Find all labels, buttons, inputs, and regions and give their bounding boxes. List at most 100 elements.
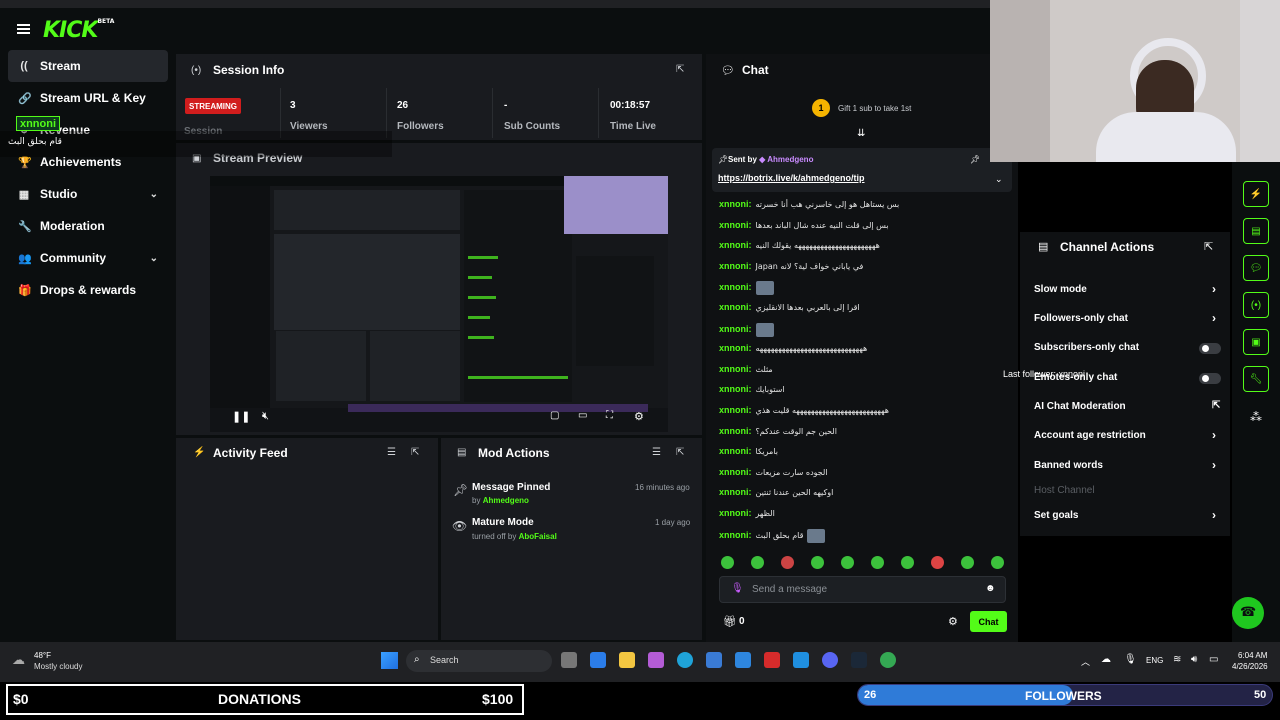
pip-icon[interactable]: ▢ [550, 410, 559, 421]
mute-icon[interactable]: 🔇︎ [262, 410, 269, 423]
wrench-icon[interactable]: 🔧︎ [1243, 366, 1269, 392]
chat-message[interactable]: xnnoni: مثلث [719, 364, 773, 374]
chat-message[interactable]: xnnoni: هههههههههههههههههههههههههههههه [719, 343, 867, 353]
emote-icon[interactable] [871, 556, 884, 569]
chat-message[interactable]: xnnoni: اقرا إلى بالعربي بعدها الانقليزي [719, 302, 860, 312]
language-indicator[interactable]: ENG [1146, 656, 1163, 665]
mail-icon[interactable] [793, 652, 809, 668]
task-view-icon[interactable] [561, 652, 577, 668]
channel-action-subscribers-only-chat[interactable]: Subscribers-only chat [1034, 342, 1139, 353]
sidebar-item-moderation[interactable]: 🔧 Moderation [8, 210, 168, 242]
chat-username[interactable]: xnnoni: [719, 302, 752, 312]
notes-icon[interactable]: ▤ [1243, 218, 1269, 244]
file-explorer-icon[interactable] [619, 652, 635, 668]
monitor-icon[interactable]: ▣ [1243, 329, 1269, 355]
emote-icon[interactable] [991, 556, 1004, 569]
weather-desc[interactable]: Mostly cloudy [34, 662, 82, 671]
chevron-right-icon[interactable]: › [1212, 428, 1216, 442]
chevron-down-icon[interactable]: ⇊ [857, 128, 865, 139]
popout-icon[interactable]: ⇱ [411, 447, 419, 458]
chat-message[interactable]: xnnoni: الحين جم الوقت عندكم؟ [719, 426, 837, 436]
headset-icon[interactable]: ☎︎ [1240, 604, 1256, 620]
chevron-right-icon[interactable]: › [1212, 458, 1216, 472]
gift-sub-prompt[interactable]: Gift 1 sub to take 1st [838, 104, 911, 113]
filter-icon[interactable]: ☰ [652, 447, 661, 458]
toggle-switch[interactable] [1199, 373, 1221, 384]
chat-icon[interactable]: 💬︎ [1243, 255, 1269, 281]
chat-username[interactable]: xnnoni: [719, 384, 752, 394]
moderator-name[interactable]: Ahmedgeno [483, 496, 529, 505]
battery-icon[interactable]: ▭ [1209, 654, 1218, 665]
chat-username[interactable]: xnnoni: [719, 487, 752, 497]
chat-message[interactable]: xnnoni: الظهر [719, 508, 775, 518]
emote-icon[interactable] [961, 556, 974, 569]
emote-icon[interactable] [781, 556, 794, 569]
chat-message[interactable]: xnnoni: قام بحلق البث [719, 529, 826, 543]
plugin-icon[interactable]: ⁂ [1250, 410, 1262, 424]
emote-icon[interactable] [721, 556, 734, 569]
broadcast-icon[interactable]: (•) [1243, 292, 1269, 318]
chat-username[interactable]: xnnoni: [719, 446, 752, 456]
chat-message[interactable]: xnnoni: ههههههههههههههههههههههه يقولك الن… [719, 240, 880, 250]
chat-username[interactable]: xnnoni: [719, 343, 752, 353]
channel-action-followers-only-chat[interactable]: Followers-only chat [1034, 313, 1128, 324]
channel-action-banned-words[interactable]: Banned words [1034, 460, 1103, 471]
pinned-link[interactable]: https://botrix.live/k/ahmedgeno/tip [718, 173, 865, 183]
chevron-down-icon[interactable]: ⌄ [150, 253, 158, 264]
emote-icon[interactable] [841, 556, 854, 569]
bolt-icon[interactable]: ⚡ [1243, 181, 1269, 207]
chat-message[interactable]: xnnoni: بس يستاهل هو إلى خاسرني هب أنا خس… [719, 199, 899, 209]
chat-message[interactable]: xnnoni: هههههههههههههههههههههههههه قليت ه… [719, 405, 889, 415]
emote-icon[interactable] [931, 556, 944, 569]
wifi-icon[interactable]: ≋ [1173, 654, 1181, 665]
chat-username[interactable]: xnnoni: [719, 405, 752, 415]
fullscreen-icon[interactable]: ⛶ [606, 410, 613, 421]
emote-icon[interactable] [811, 556, 824, 569]
sidebar-item-drops-rewards[interactable]: 🎁 Drops & rewards [8, 274, 168, 306]
app-icon[interactable] [590, 652, 606, 668]
chevron-down-icon[interactable]: ⌄ [995, 174, 1003, 185]
stream-preview-video[interactable]: ❚❚ 🔇︎ ▢ ▭ ⛶ ⚙ [210, 176, 668, 432]
steam-icon[interactable] [851, 652, 867, 668]
theater-icon[interactable]: ▭ [578, 410, 587, 421]
chat-username[interactable]: xnnoni: [719, 467, 752, 477]
chevron-up-icon[interactable]: ︿ [1081, 655, 1090, 668]
popout-icon[interactable]: ⇱ [1204, 240, 1213, 253]
chat-message[interactable]: xnnoni: [719, 281, 774, 295]
popout-icon[interactable]: ⇱ [676, 447, 684, 458]
chevron-right-icon[interactable]: › [1212, 311, 1216, 325]
menu-icon[interactable] [17, 24, 30, 34]
edge-icon[interactable] [677, 652, 693, 668]
app-icon[interactable] [764, 652, 780, 668]
filter-icon[interactable]: ☰ [387, 447, 396, 458]
settings-icon[interactable]: ⚙ [948, 615, 958, 628]
chrome-icon[interactable] [880, 652, 896, 668]
emote-icon[interactable] [751, 556, 764, 569]
pause-icon[interactable]: ❚❚ [232, 410, 250, 423]
send-chat-button[interactable]: Chat [970, 611, 1007, 632]
channel-action-set-goals[interactable]: Set goals [1034, 510, 1078, 521]
chat-username[interactable]: xnnoni: [719, 240, 752, 250]
chat-username[interactable]: xnnoni: [719, 282, 752, 292]
settings-icon[interactable]: ⚙ [634, 410, 644, 423]
popout-icon[interactable]: ⇱ [676, 64, 684, 75]
chat-username[interactable]: xnnoni: [719, 364, 752, 374]
pinned-username[interactable]: Ahmedgeno [767, 155, 813, 164]
chat-username[interactable]: xnnoni: [719, 220, 752, 230]
chat-message[interactable]: xnnoni: [719, 323, 774, 337]
chevron-right-icon[interactable]: › [1212, 282, 1216, 296]
app-icon[interactable] [648, 652, 664, 668]
store-icon[interactable] [706, 652, 722, 668]
emote-icon[interactable] [901, 556, 914, 569]
chat-username[interactable]: xnnoni: [719, 508, 752, 518]
windows-start-icon[interactable] [381, 652, 398, 669]
unpin-icon[interactable]: 📌︎ [970, 155, 980, 164]
sidebar-item-studio[interactable]: ▦ Studio ⌄ [8, 178, 168, 210]
gift-icon[interactable]: 🎁︎ [723, 615, 737, 628]
discord-icon[interactable] [822, 652, 838, 668]
chat-username[interactable]: xnnoni: [719, 261, 752, 271]
sidebar-item-stream-url-key[interactable]: 🔗 Stream URL & Key [8, 82, 168, 114]
mic-icon[interactable]: 🎙︎ [1124, 654, 1137, 665]
chevron-right-icon[interactable]: › [1212, 508, 1216, 522]
chevron-down-icon[interactable]: ⌄ [150, 189, 158, 200]
